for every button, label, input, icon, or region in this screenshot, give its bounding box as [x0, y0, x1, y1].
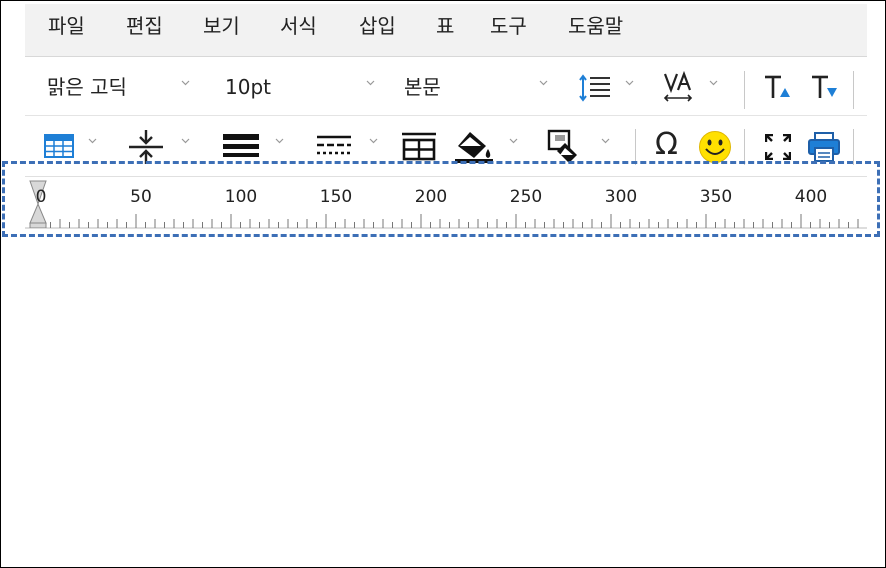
font-size-down-icon[interactable] — [810, 73, 840, 105]
menu-file[interactable]: 파일 — [48, 13, 85, 39]
chevron-down-icon[interactable] — [625, 78, 634, 87]
menu-format[interactable]: 서식 — [280, 13, 317, 39]
toolbar-divider — [853, 71, 854, 109]
paragraph-style-select[interactable]: 본문 — [404, 73, 441, 101]
ruler-label: 350 — [699, 187, 733, 207]
chevron-down-icon[interactable] — [181, 136, 190, 145]
ruler-label: 200 — [414, 187, 448, 207]
ruler-label: 50 — [130, 187, 152, 207]
cell-format-icon[interactable] — [547, 129, 583, 169]
menu-table[interactable]: 표 — [436, 13, 454, 39]
print-icon[interactable] — [807, 131, 841, 167]
font-size-select[interactable]: 10pt — [225, 73, 271, 101]
cell-split-icon[interactable] — [401, 131, 437, 165]
toolbar-divider — [853, 129, 854, 165]
ruler-label: 150 — [319, 187, 353, 207]
border-thickness-icon[interactable] — [222, 132, 260, 164]
chevron-down-icon[interactable] — [539, 78, 548, 87]
ruler-label: 300 — [604, 187, 638, 207]
menu-bar: 파일 편집 보기 서식 삽입 표 도구 도움말 — [25, 4, 867, 57]
font-size-up-icon[interactable] — [763, 73, 793, 105]
menu-help[interactable]: 도움말 — [568, 13, 623, 39]
toolbar-divider — [635, 129, 636, 165]
menu-tools[interactable]: 도구 — [490, 13, 527, 39]
character-spacing-icon[interactable] — [662, 70, 694, 107]
line-spacing-icon[interactable] — [576, 73, 612, 107]
format-toolbar: 맑은 고딕 10pt 본문 — [25, 59, 867, 116]
toolbar-divider — [744, 71, 745, 109]
ruler-label: 400 — [794, 187, 828, 207]
menu-view[interactable]: 보기 — [203, 13, 240, 39]
table-toolbar: Ω — [25, 117, 867, 175]
ruler-label: 100 — [224, 187, 258, 207]
ruler-label: 250 — [509, 187, 543, 207]
menu-edit[interactable]: 편집 — [126, 13, 163, 39]
document-editor[interactable] — [2, 241, 884, 566]
chevron-down-icon[interactable] — [601, 136, 610, 145]
cell-spacing-icon[interactable] — [127, 129, 165, 169]
table-icon[interactable] — [44, 133, 74, 163]
chevron-down-icon[interactable] — [509, 136, 518, 145]
toolbar-divider — [744, 129, 745, 165]
horizontal-ruler[interactable]: 0 50 100 150 200 250 300 350 400 — [25, 176, 867, 232]
chevron-down-icon[interactable] — [275, 136, 284, 145]
chevron-down-icon[interactable] — [366, 78, 375, 87]
fill-color-icon[interactable] — [454, 129, 494, 167]
menu-insert[interactable]: 삽입 — [359, 13, 396, 39]
emoticon-icon[interactable] — [698, 130, 732, 168]
chevron-down-icon[interactable] — [709, 78, 718, 87]
chevron-down-icon[interactable] — [369, 136, 378, 145]
border-style-icon[interactable] — [316, 133, 352, 163]
chevron-down-icon[interactable] — [181, 78, 190, 87]
special-character-icon[interactable]: Ω — [655, 128, 678, 162]
chevron-down-icon[interactable] — [88, 136, 97, 145]
font-name-select[interactable]: 맑은 고딕 — [47, 73, 127, 101]
fullscreen-icon[interactable] — [764, 133, 792, 164]
ruler-label: 0 — [35, 187, 47, 207]
app-window: 파일 편집 보기 서식 삽입 표 도구 도움말 맑은 고딕 10pt 본문 Ω … — [0, 0, 886, 568]
